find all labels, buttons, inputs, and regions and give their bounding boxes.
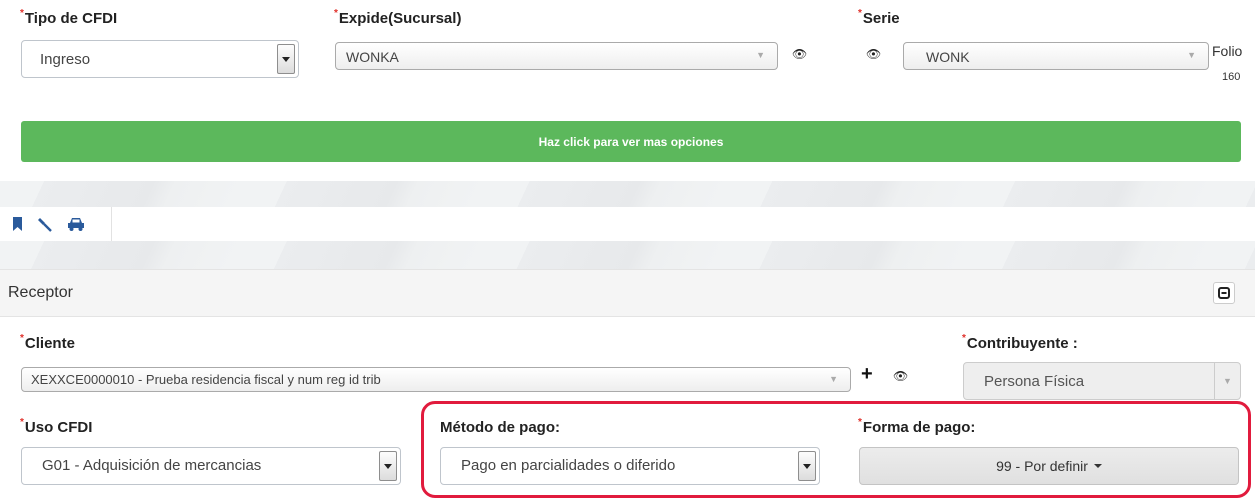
- chevron-down-icon: [798, 451, 816, 481]
- toolbar: [0, 207, 1255, 241]
- cliente-label: *Cliente: [20, 333, 75, 352]
- receptor-title: Receptor: [8, 284, 73, 301]
- folio-value: 160: [1222, 71, 1241, 83]
- tipo-cfdi-label: *Tipo de CFDI: [20, 8, 118, 27]
- chevron-down-icon: ▼: [1214, 363, 1240, 399]
- uso-cfdi-select[interactable]: G01 - Adquisición de mercancias: [21, 447, 401, 485]
- expide-label: *Expide(Sucursal): [334, 8, 462, 27]
- add-client-button[interactable]: +: [861, 363, 873, 386]
- eye-icon[interactable]: 👁: [866, 47, 881, 61]
- cliente-value: XEXXCE0000010 - Prueba residencia fiscal…: [31, 372, 381, 387]
- metodo-pago-value: Pago en parcialidades o diferido: [461, 457, 676, 474]
- serie-label: *Serie: [858, 8, 900, 27]
- contribuyente-select: Persona Física ▼: [963, 362, 1241, 400]
- forma-pago-label: *Forma de pago:: [858, 417, 976, 436]
- tipo-cfdi-value: Ingreso: [40, 51, 91, 68]
- contribuyente-label: *Contribuyente :: [962, 333, 1078, 352]
- forma-pago-dropdown[interactable]: 99 - Por definir: [859, 447, 1239, 485]
- uso-cfdi-value: G01 - Adquisición de mercancias: [42, 457, 262, 474]
- receptor-panel-heading: Receptor: [0, 269, 1255, 317]
- tipo-cfdi-select[interactable]: Ingreso: [21, 40, 299, 78]
- more-options-label: Haz click para ver mas opciones: [538, 134, 724, 149]
- expide-value: WONKA: [346, 49, 399, 65]
- decorative-band: [0, 181, 1255, 207]
- eye-icon[interactable]: 👁: [792, 47, 807, 61]
- chevron-down-icon: [277, 44, 295, 74]
- contribuyente-value: Persona Física: [984, 373, 1085, 390]
- expide-select[interactable]: WONKA ▼: [335, 42, 778, 70]
- metodo-pago-select[interactable]: Pago en parcialidades o diferido: [440, 447, 820, 485]
- chevron-down-icon: ▼: [829, 374, 838, 384]
- chevron-down-icon: ▼: [756, 50, 765, 60]
- serie-value: WONK: [926, 49, 970, 65]
- serie-select[interactable]: WONK ▼: [903, 42, 1209, 70]
- minus-square-icon: [1218, 287, 1230, 299]
- chevron-down-icon: ▼: [1187, 50, 1196, 60]
- chevron-down-icon: [379, 451, 397, 481]
- toolbar-divider: [0, 207, 112, 241]
- more-options-button[interactable]: Haz click para ver mas opciones: [21, 121, 1241, 162]
- folio-label: Folio: [1212, 43, 1243, 59]
- decorative-band: [0, 241, 1255, 269]
- uso-cfdi-label: *Uso CFDI: [20, 417, 93, 436]
- cliente-select[interactable]: XEXXCE0000010 - Prueba residencia fiscal…: [21, 367, 851, 392]
- metodo-pago-label: Método de pago:: [440, 419, 560, 436]
- caret-down-icon: [1093, 464, 1102, 468]
- eye-icon[interactable]: 👁: [893, 369, 908, 383]
- collapse-button[interactable]: [1213, 282, 1235, 304]
- forma-pago-value: 99 - Por definir: [996, 458, 1088, 474]
